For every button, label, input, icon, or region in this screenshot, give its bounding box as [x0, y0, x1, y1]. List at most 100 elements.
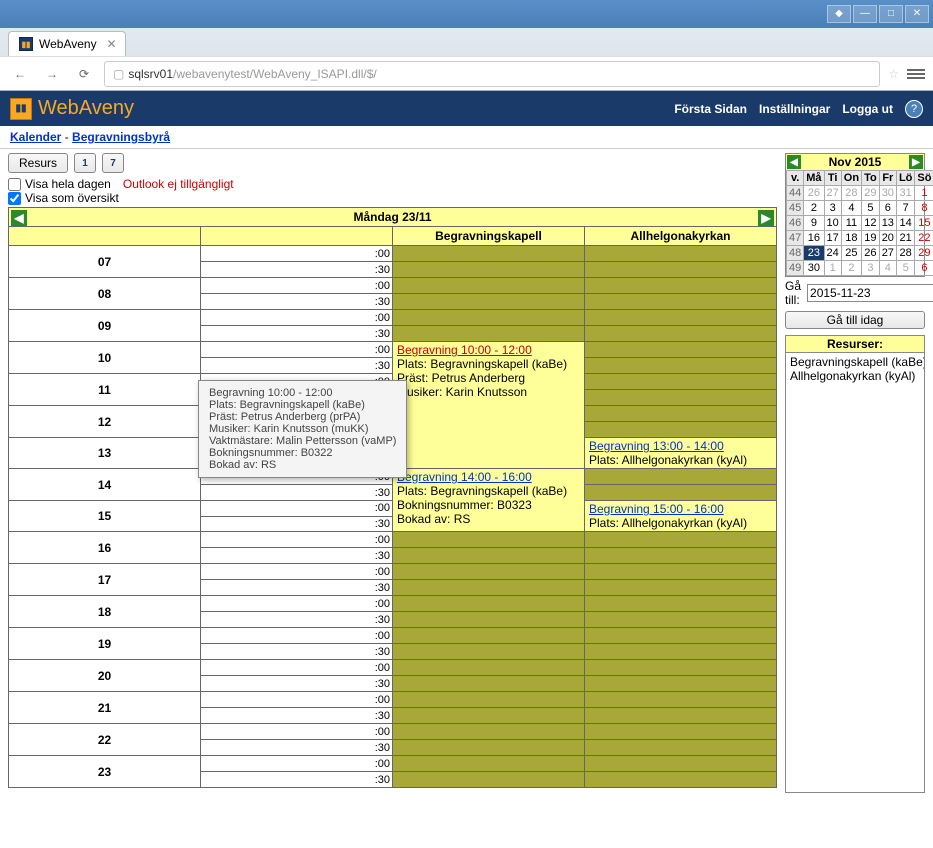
hamburger-icon[interactable] [907, 67, 925, 81]
browser-tab[interactable]: ▮▮ WebAveny ✕ [8, 31, 126, 56]
calendar-slot[interactable] [585, 310, 777, 326]
calendar-slot[interactable] [585, 756, 777, 772]
prev-month-button[interactable]: ◀ [787, 155, 801, 169]
mini-cal-day[interactable]: 27 [824, 186, 841, 201]
calendar-slot[interactable] [393, 262, 585, 278]
mini-cal-day[interactable]: 5 [862, 201, 880, 216]
calendar-slot[interactable] [585, 532, 777, 548]
event-title[interactable]: Begravning 14:00 - 16:00 [397, 470, 580, 484]
calendar-event[interactable]: Begravning 14:00 - 16:00Plats: Begravnin… [393, 469, 585, 532]
calendar-slot[interactable] [393, 532, 585, 548]
calendar-slot[interactable] [585, 262, 777, 278]
mini-cal-day[interactable]: 4 [841, 201, 861, 216]
calendar-slot[interactable] [393, 772, 585, 788]
event-title[interactable]: Begravning 10:00 - 12:00 [397, 343, 580, 357]
breadcrumb-funeral[interactable]: Begravningsbyrå [72, 130, 170, 144]
calendar-event[interactable]: Begravning 13:00 - 14:00Plats: Allhelgon… [585, 438, 777, 469]
mini-cal-day[interactable]: 1 [824, 261, 841, 276]
calendar-slot[interactable] [393, 596, 585, 612]
mini-cal-day[interactable]: 30 [879, 186, 896, 201]
mini-cal-day[interactable]: 14 [896, 216, 914, 231]
mini-cal-day[interactable]: 23 [804, 246, 824, 261]
goto-date-input[interactable] [807, 284, 933, 302]
calendar-slot[interactable] [585, 708, 777, 724]
mini-cal-day[interactable]: 13 [879, 216, 896, 231]
mini-cal-day[interactable]: 29 [915, 246, 933, 261]
mini-cal-day[interactable]: 9 [804, 216, 824, 231]
calendar-slot[interactable] [393, 612, 585, 628]
mini-cal-day[interactable]: 6 [915, 261, 933, 276]
mini-cal-day[interactable]: 21 [896, 231, 914, 246]
calendar-slot[interactable] [585, 612, 777, 628]
reload-button[interactable]: ⟳ [72, 62, 96, 86]
calendar-slot[interactable] [585, 740, 777, 756]
calendar-slot[interactable] [393, 644, 585, 660]
calendar-slot[interactable] [393, 580, 585, 596]
calendar-slot[interactable] [393, 278, 585, 294]
next-month-button[interactable]: ▶ [909, 155, 923, 169]
event-title[interactable]: Begravning 15:00 - 16:00 [589, 502, 772, 516]
mini-cal-day[interactable]: 3 [862, 261, 880, 276]
prev-day-button[interactable]: ◀ [11, 210, 27, 226]
calendar-slot[interactable] [393, 724, 585, 740]
calendar-slot[interactable] [585, 644, 777, 660]
user-icon[interactable]: ◆ [827, 5, 851, 23]
resource-button[interactable]: Resurs [8, 153, 68, 173]
mini-cal-day[interactable]: 16 [804, 231, 824, 246]
help-icon[interactable]: ? [905, 100, 923, 118]
calendar-slot[interactable] [393, 564, 585, 580]
mini-cal-day[interactable]: 5 [896, 261, 914, 276]
calendar-slot[interactable] [585, 422, 777, 438]
tab-close-icon[interactable]: ✕ [107, 37, 117, 51]
calendar-slot[interactable] [585, 342, 777, 358]
mini-cal-day[interactable]: 10 [824, 216, 841, 231]
mini-cal-day[interactable]: 2 [841, 261, 861, 276]
calendar-slot[interactable] [585, 278, 777, 294]
calendar-slot[interactable] [585, 390, 777, 406]
calendar-slot[interactable] [585, 374, 777, 390]
close-button[interactable]: ✕ [905, 5, 929, 23]
calendar-slot[interactable] [585, 406, 777, 422]
mini-cal-day[interactable]: 8 [915, 201, 933, 216]
calendar-slot[interactable] [585, 580, 777, 596]
calendar-slot[interactable] [393, 740, 585, 756]
calendar-slot[interactable] [585, 596, 777, 612]
mini-cal-day[interactable]: 24 [824, 246, 841, 261]
mini-cal-day[interactable]: 7 [896, 201, 914, 216]
calendar-slot[interactable] [393, 660, 585, 676]
calendar-slot[interactable] [585, 772, 777, 788]
calendar-slot[interactable] [393, 310, 585, 326]
calendar-slot[interactable] [585, 692, 777, 708]
goto-today-button[interactable]: Gå till idag [785, 311, 925, 329]
calendar-slot[interactable] [393, 326, 585, 342]
calendar-slot[interactable] [393, 294, 585, 310]
calendar-slot[interactable] [393, 676, 585, 692]
mini-cal-day[interactable]: 4 [879, 261, 896, 276]
mini-cal-day[interactable]: 30 [804, 261, 824, 276]
day-view-button[interactable]: 1 [74, 153, 96, 173]
calendar-slot[interactable] [585, 628, 777, 644]
calendar-slot[interactable] [393, 548, 585, 564]
resource-item[interactable]: Allhelgonakyrkan (kyAl) [790, 369, 920, 383]
bookmark-icon[interactable]: ☆ [888, 67, 899, 81]
mini-cal-day[interactable]: 15 [915, 216, 933, 231]
next-day-button[interactable]: ▶ [758, 210, 774, 226]
nav-first-page[interactable]: Första Sidan [674, 102, 747, 116]
calendar-event[interactable]: Begravning 15:00 - 16:00Plats: Allhelgon… [585, 501, 777, 532]
mini-cal-day[interactable]: 18 [841, 231, 861, 246]
mini-cal-day[interactable]: 1 [915, 186, 933, 201]
mini-cal-day[interactable]: 31 [896, 186, 914, 201]
resource-item[interactable]: Begravningskapell (kaBe) [790, 355, 920, 369]
calendar-event[interactable]: Begravning 10:00 - 12:00Plats: Begravnin… [393, 342, 585, 469]
show-overview-label[interactable]: Visa som översikt [8, 191, 777, 205]
calendar-slot[interactable] [585, 485, 777, 501]
event-title[interactable]: Begravning 13:00 - 14:00 [589, 439, 772, 453]
mini-cal-day[interactable]: 28 [896, 246, 914, 261]
calendar-slot[interactable] [585, 469, 777, 485]
calendar-slot[interactable] [393, 692, 585, 708]
calendar-slot[interactable] [393, 708, 585, 724]
calendar-slot[interactable] [585, 326, 777, 342]
mini-cal-day[interactable]: 22 [915, 231, 933, 246]
mini-cal-day[interactable]: 26 [804, 186, 824, 201]
minimize-button[interactable]: — [853, 5, 877, 23]
